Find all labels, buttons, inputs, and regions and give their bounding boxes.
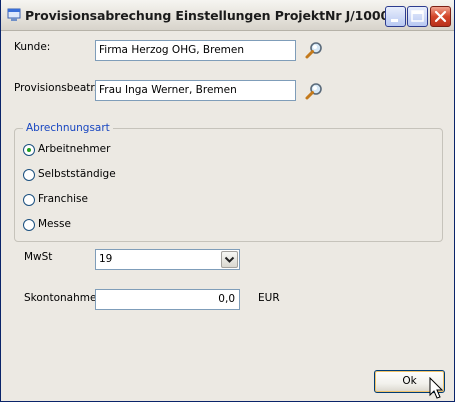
radio-label: Messe xyxy=(38,218,71,230)
kunde-label: Kunde: xyxy=(14,41,51,53)
dropdown-button[interactable] xyxy=(221,251,238,268)
minimize-icon xyxy=(391,19,398,22)
settings-dialog: Provisionsabrechung Einstellungen Projek… xyxy=(0,0,455,402)
skonto-field[interactable]: 0,0 xyxy=(95,289,240,310)
mouse-cursor-icon xyxy=(429,377,444,399)
abrechnungsart-legend: Abrechnungsart xyxy=(23,122,113,134)
provision-field[interactable]: Frau Inga Werner, Bremen xyxy=(95,80,296,101)
mwst-value: 19 xyxy=(99,253,113,265)
maximize-button[interactable] xyxy=(407,6,428,27)
skonto-label: Skontonahme: xyxy=(24,292,100,304)
radio-label: Franchise xyxy=(38,193,88,205)
radio-label: Arbeitnehmer xyxy=(38,143,111,155)
radio-button[interactable] xyxy=(23,219,35,231)
kunde-field[interactable]: Firma Herzog OHG, Bremen xyxy=(95,40,296,61)
window-title: Provisionsabrechung Einstellungen Projek… xyxy=(25,8,398,23)
provision-lookup-magnifier-icon[interactable] xyxy=(304,82,324,102)
maximize-icon xyxy=(411,10,424,22)
skonto-unit: EUR xyxy=(258,292,280,304)
radio-dot-icon xyxy=(27,148,31,152)
radio-label: Selbstständige xyxy=(38,168,116,180)
minimize-button[interactable] xyxy=(385,6,406,27)
mwst-label: MwSt xyxy=(24,251,53,263)
radio-button[interactable] xyxy=(23,169,35,181)
radio-button-selected[interactable] xyxy=(23,144,35,156)
radio-button[interactable] xyxy=(23,194,35,206)
window-icon xyxy=(7,8,21,21)
provision-label: Provisionsbeatr. xyxy=(14,82,98,94)
close-icon xyxy=(434,10,447,23)
title-bar[interactable]: Provisionsabrechung Einstellungen Projek… xyxy=(1,0,454,31)
kunde-lookup-magnifier-icon[interactable] xyxy=(304,41,324,61)
chevron-down-icon xyxy=(224,256,235,263)
close-button[interactable] xyxy=(430,6,451,27)
mwst-select[interactable]: 19 xyxy=(95,249,240,270)
